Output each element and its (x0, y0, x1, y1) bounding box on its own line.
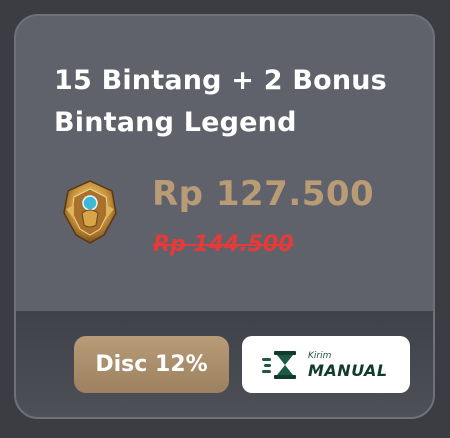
product-card[interactable]: 15 Bintang + 2 Bonus Bintang Legend Rp 1… (14, 14, 435, 419)
delivery-method-label: MANUAL (308, 360, 388, 380)
legend-rank-icon (63, 180, 117, 244)
current-price: Rp 127.500 (152, 174, 375, 214)
product-title: 15 Bintang + 2 Bonus Bintang Legend (54, 65, 387, 138)
delivery-small-label: Kirim (308, 350, 332, 361)
discount-badge: Disc 12% (74, 336, 229, 393)
original-price: Rp 144.500 (153, 232, 294, 257)
delivery-manual-badge: Kirim MANUAL (242, 336, 410, 393)
hourglass-icon (262, 350, 296, 379)
